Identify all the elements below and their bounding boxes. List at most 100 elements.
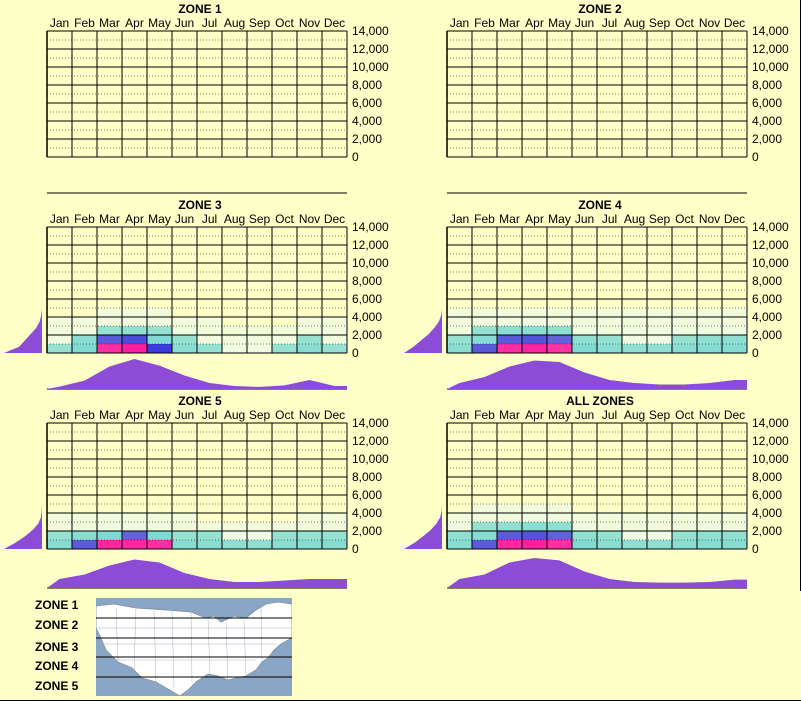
density-cell [447, 513, 472, 522]
density-cell [147, 344, 172, 353]
density-cell [447, 317, 472, 326]
density-cell [547, 326, 572, 335]
density-cell [247, 531, 272, 540]
density-cell [597, 540, 622, 549]
x-tick-label: Feb [474, 212, 495, 226]
density-cell [247, 344, 272, 353]
chart-svg: ZONE 5 Jan Feb Mar Apr May Jun Jul Aug Sep Oct Nov D… [4, 394, 389, 589]
density-cell [672, 531, 697, 540]
density-cell [272, 344, 297, 353]
y-tick-label: 8,000 [752, 470, 782, 484]
density-cell [147, 540, 172, 549]
density-cell [272, 522, 297, 531]
y-tick-label: 4,000 [352, 506, 382, 520]
x-tick-label: Jan [50, 408, 69, 422]
density-cell [322, 531, 347, 540]
y-tick-label: 14,000 [352, 24, 389, 38]
density-cell [672, 317, 697, 326]
density-cell [647, 513, 672, 522]
density-cell [522, 326, 547, 335]
x-tick-label: Aug [224, 212, 245, 226]
density-cell [622, 522, 647, 531]
x-tick-label: Jun [575, 212, 594, 226]
x-tick-label: Jan [50, 16, 69, 30]
density-cell [497, 308, 522, 317]
density-cell [447, 344, 472, 353]
density-cell [672, 335, 697, 344]
x-tick-label: Jul [602, 408, 617, 422]
x-tick-label: Feb [474, 16, 495, 30]
y-tick-label: 10,000 [752, 60, 789, 74]
density-cell [697, 335, 722, 344]
density-cell [497, 504, 522, 513]
density-cell [447, 522, 472, 531]
y-tick-label: 12,000 [352, 434, 389, 448]
x-tick-label: Mar [99, 212, 120, 226]
x-tick-label: Jul [202, 212, 217, 226]
month-profile [47, 559, 347, 588]
density-cell [472, 335, 497, 344]
y-tick-label: 4,000 [752, 310, 782, 324]
density-cell [297, 513, 322, 522]
x-tick-label: Jan [50, 212, 69, 226]
density-cell [72, 335, 97, 344]
density-cell [522, 540, 547, 549]
x-tick-label: Aug [624, 16, 645, 30]
y-tick-label: 14,000 [352, 416, 389, 430]
y-tick-label: 6,000 [352, 488, 382, 502]
density-cell [47, 335, 72, 344]
density-cell [722, 326, 747, 335]
density-cell [597, 326, 622, 335]
y-tick-label: 8,000 [352, 470, 382, 484]
elevation-profile [4, 504, 42, 549]
density-cell [572, 317, 597, 326]
density-cell [547, 540, 572, 549]
density-cell [447, 326, 472, 335]
density-cell [72, 326, 97, 335]
density-cell [472, 504, 497, 513]
x-tick-label: Nov [699, 212, 720, 226]
x-tick-label: Jan [450, 16, 469, 30]
density-cell [622, 326, 647, 335]
density-cell [547, 531, 572, 540]
density-cell [672, 513, 697, 522]
density-cell [472, 308, 497, 317]
density-cell [97, 540, 122, 549]
density-cell [72, 522, 97, 531]
month-profile [447, 558, 747, 588]
density-cell [122, 540, 147, 549]
density-cell [122, 308, 147, 317]
panel-zone-3: ZONE 3 Jan Feb Mar Apr May Jun Jul Aug Sep Oct Nov D… [0, 196, 401, 393]
x-tick-label: Dec [724, 212, 745, 226]
density-cell [122, 317, 147, 326]
density-cell [197, 522, 222, 531]
y-tick-label: 12,000 [752, 238, 789, 252]
y-tick-label: 10,000 [752, 452, 789, 466]
legend-zone-3: ZONE 3 [35, 640, 79, 654]
density-cell [522, 522, 547, 531]
density-cell [47, 326, 72, 335]
elevation-profile [404, 308, 442, 353]
density-cell [322, 513, 347, 522]
density-cell [247, 522, 272, 531]
density-cell [472, 513, 497, 522]
density-cell [547, 335, 572, 344]
density-cell [222, 531, 247, 540]
x-tick-label: Mar [499, 408, 520, 422]
density-cell [297, 540, 322, 549]
density-cell [522, 513, 547, 522]
x-tick-label: Jun [575, 16, 594, 30]
x-tick-label: Jan [450, 408, 469, 422]
density-cell [97, 513, 122, 522]
density-cell [197, 335, 222, 344]
chart-grid: ZONE 1 Jan Feb Mar Apr May Jun Jul Aug Sep Oct Nov D… [0, 0, 801, 701]
density-cell [447, 531, 472, 540]
y-tick-label: 6,000 [752, 96, 782, 110]
x-tick-label: Sep [649, 16, 671, 30]
density-cell [497, 317, 522, 326]
x-tick-label: May [548, 408, 571, 422]
y-tick-label: 14,000 [352, 220, 389, 234]
density-cell [147, 531, 172, 540]
chart-svg: ZONE 1 Jan Feb Mar Apr May Jun Jul Aug Sep Oct Nov D… [46, 2, 389, 194]
density-cell [272, 540, 297, 549]
